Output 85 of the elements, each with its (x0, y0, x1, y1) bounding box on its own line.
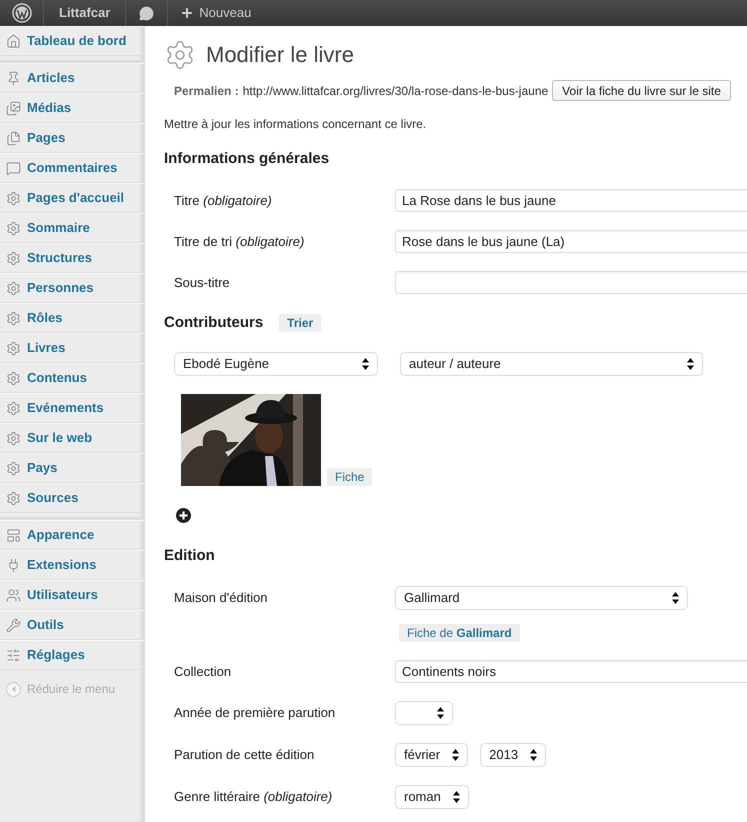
wrench-icon (6, 618, 21, 632)
gear-icon (6, 280, 21, 296)
permalink-label: Permalien : (174, 82, 239, 100)
gear-icon (6, 340, 21, 356)
text-field[interactable] (395, 270, 747, 294)
comment-icon[interactable] (139, 6, 154, 20)
field-label: Titre (obligatoire) (174, 192, 273, 210)
sidebar-item[interactable]: Sommaire (0, 213, 144, 243)
sidebar-item[interactable]: Médias (0, 93, 144, 123)
sidebar-item[interactable]: Réglages (0, 640, 144, 670)
gear-icon (6, 460, 21, 476)
intro-text: Mettre à jour les informations concernant ce livre. (164, 116, 428, 133)
gear-icon (6, 190, 21, 206)
field-label: Sous-titre (174, 274, 231, 292)
permalink-url[interactable]: http://www.littafcar.org/livres/30/la-rose-dans-le-bus-jaune (242, 82, 548, 100)
text-field[interactable]: Continents noirs (395, 660, 747, 682)
gear-icon (6, 430, 21, 446)
page-title: Modifier le livre (206, 41, 354, 69)
sidebar-item[interactable]: Utilisateurs (0, 580, 144, 610)
select-arrows-icon (362, 358, 369, 370)
gear-icon (6, 310, 21, 326)
select-arrows-icon (530, 748, 538, 760)
sidebar-item[interactable]: Structures (0, 243, 144, 273)
text-field[interactable]: La Rose dans le bus jaune (395, 188, 747, 212)
sidebar-item[interactable]: Tableau de bord (0, 26, 144, 56)
plus-icon (180, 6, 194, 20)
add-icon[interactable] (176, 508, 191, 523)
site-name-link[interactable]: Littafcar (44, 0, 126, 26)
select-arrows-icon (672, 592, 679, 604)
field-label: Collection (174, 662, 232, 680)
sort-button[interactable]: Trier (279, 314, 322, 332)
profile-button[interactable]: Fiche (327, 468, 372, 486)
pages-icon (6, 130, 21, 146)
images-icon (6, 100, 21, 116)
select-arrows-icon (687, 358, 694, 370)
house-icon (6, 34, 21, 48)
gear-icon (6, 220, 21, 236)
sliders-icon (6, 648, 21, 662)
select-field[interactable]: Gallimard (395, 586, 688, 610)
section-heading: Edition (164, 546, 215, 566)
gear-icon (6, 250, 21, 266)
sidebar-item[interactable]: Outils (0, 610, 144, 640)
select-arrows-icon (437, 706, 444, 718)
sidebar-item[interactable]: Evénements (0, 393, 144, 423)
new-menu[interactable]: Nouveau (168, 0, 264, 26)
select-field[interactable] (395, 700, 453, 724)
users-icon (6, 588, 21, 602)
gear-icon (6, 490, 21, 506)
sidebar-item[interactable]: Pages (0, 123, 144, 153)
field-label: Parution de cette édition (174, 746, 316, 764)
sidebar-item[interactable]: Sources (0, 483, 144, 513)
select-field[interactable]: 2013 (480, 742, 546, 766)
logo-icon[interactable] (12, 3, 32, 23)
collapse-icon (6, 682, 21, 696)
view-book-button[interactable]: Voir la fiche du livre sur le site (552, 80, 731, 101)
gear-icon (6, 370, 21, 386)
select-field[interactable]: auteur / auteure (400, 352, 703, 376)
sidebar-item[interactable]: Pays (0, 453, 144, 483)
field-label: Année de première parution (174, 704, 336, 722)
sidebar-item[interactable]: Contenus (0, 363, 144, 393)
pin-icon (6, 70, 21, 86)
section-heading: Contributeurs (164, 312, 264, 332)
gear-icon (6, 400, 21, 416)
sidebar-item[interactable]: Rôles (0, 303, 144, 333)
sidebar-item[interactable]: Sur le web (0, 423, 144, 453)
speech-bubble-icon (6, 160, 21, 176)
select-arrows-icon (452, 748, 460, 760)
layout-icon (6, 528, 21, 542)
sidebar-item[interactable]: Pages d'accueil (0, 183, 144, 213)
select-arrows-icon (452, 790, 460, 802)
field-label: Genre littéraire (obligatoire) (174, 788, 334, 806)
publisher-profile-button[interactable]: Fiche de Gallimard (399, 624, 520, 642)
select-field[interactable]: Ebodé Eugène (174, 352, 378, 376)
select-field[interactable]: février (395, 742, 468, 766)
sidebar-item[interactable]: Commentaires (0, 153, 144, 183)
field-label: Titre de tri (obligatoire) (174, 232, 306, 251)
sidebar-item[interactable]: Extensions (0, 550, 144, 580)
section-heading: Informations générales (164, 149, 330, 169)
sidebar-item[interactable]: Livres (0, 333, 144, 363)
sidebar-item[interactable]: Articles (0, 63, 144, 93)
sidebar-item[interactable]: Personnes (0, 273, 144, 303)
field-label: Maison d'édition (174, 588, 269, 606)
sidebar-item[interactable]: Apparence (0, 520, 144, 550)
text-field[interactable]: Rose dans le bus jaune (La) (395, 230, 747, 252)
select-field[interactable]: roman (395, 784, 469, 808)
